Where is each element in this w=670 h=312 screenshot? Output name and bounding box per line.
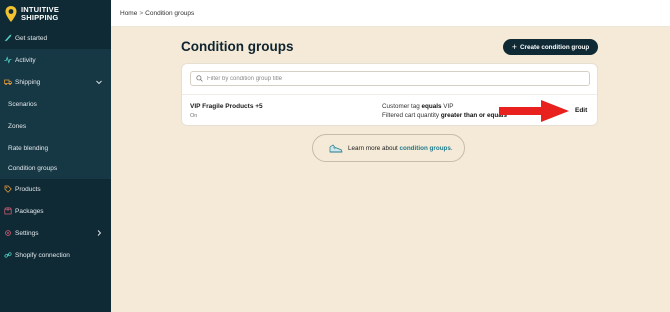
breadcrumb: Home > Condition groups (111, 0, 670, 27)
learn-more-text: Learn more about condition groups. (348, 145, 453, 152)
sidebar-item-label: Shipping (15, 78, 41, 86)
condition-prefix: Customer tag (382, 103, 420, 110)
edit-button[interactable]: Edit (575, 107, 587, 114)
sidebar-item-settings[interactable]: Settings (0, 222, 111, 244)
create-button-label: Create condition group (519, 43, 590, 51)
sidebar-item-label: Settings (15, 229, 39, 237)
condition-line: Filtered cart quantity greater than or e… (382, 112, 507, 119)
sidebar-item-shopify-connection[interactable]: Shopify connection (0, 244, 111, 266)
brand-name: INTUITIVE SHIPPING (21, 5, 59, 22)
app-logo[interactable]: INTUITIVE SHIPPING (0, 0, 111, 27)
condition-prefix: Filtered cart quantity (382, 112, 440, 119)
sidebar: INTUITIVE SHIPPING Get started Activity … (0, 0, 111, 312)
sidebar-item-packages[interactable]: Packages (0, 200, 111, 222)
create-condition-group-button[interactable]: + Create condition group (503, 39, 598, 55)
sidebar-item-rate-blending[interactable]: Rate blending (0, 137, 111, 159)
sidebar-item-get-started[interactable]: Get started (0, 27, 111, 49)
learn-more-link[interactable]: condition groups (399, 145, 450, 152)
learn-more-prefix: Learn more about (348, 144, 398, 152)
location-pin-icon (5, 5, 17, 22)
search-field[interactable] (190, 71, 590, 86)
sidebar-item-label: Scenarios (8, 100, 37, 108)
learn-more-banner[interactable]: Learn more about condition groups. (312, 134, 465, 162)
chevron-down-icon[interactable] (95, 78, 103, 86)
group-status: On (190, 113, 198, 119)
breadcrumb-separator: > (139, 9, 144, 17)
breadcrumb-home-link[interactable]: Home (120, 10, 137, 17)
condition-operator: greater than or equals (440, 112, 507, 119)
gear-icon (5, 230, 11, 236)
sidebar-item-label: Zones (8, 122, 27, 130)
sidebar-item-condition-groups[interactable]: Condition groups (0, 157, 111, 179)
learn-more-suffix: . (450, 144, 453, 152)
truck-icon (4, 79, 12, 85)
condition-line: Customer tag equals VIP (382, 103, 453, 110)
sidebar-item-products[interactable]: Products (0, 178, 111, 200)
search-icon (196, 75, 203, 82)
group-title[interactable]: VIP Fragile Products +5 (190, 103, 263, 110)
sidebar-item-label: Packages (15, 207, 44, 215)
sidebar-item-scenarios[interactable]: Scenarios (0, 93, 111, 115)
rocket-icon (4, 34, 12, 42)
sidebar-item-activity[interactable]: Activity (0, 49, 111, 71)
link-icon (4, 252, 12, 258)
breadcrumb-current: Condition groups (145, 9, 195, 17)
annotation-arrow-icon (499, 100, 569, 122)
sidebar-item-label: Get started (15, 34, 48, 42)
search-input[interactable] (207, 75, 587, 82)
brand-line-2: SHIPPING (21, 12, 59, 22)
condition-value: VIP (443, 103, 454, 110)
sidebar-item-label: Products (15, 185, 41, 193)
divider (182, 94, 597, 95)
condition-operator: equals (421, 103, 442, 110)
sidebar-item-shipping[interactable]: Shipping (0, 71, 111, 93)
sidebar-item-label: Condition groups (8, 164, 58, 172)
chevron-right-icon[interactable] (95, 229, 103, 237)
package-icon (4, 207, 12, 215)
sidebar-item-label: Rate blending (8, 144, 49, 152)
tag-icon (4, 185, 12, 193)
sidebar-item-zones[interactable]: Zones (0, 115, 111, 137)
sidebar-item-label: Activity (15, 56, 36, 64)
activity-icon (4, 56, 12, 64)
page-title: Condition groups (181, 39, 294, 54)
sidebar-item-label: Shopify connection (15, 251, 70, 259)
plus-icon: + (511, 42, 517, 52)
sneaker-icon (329, 144, 343, 152)
